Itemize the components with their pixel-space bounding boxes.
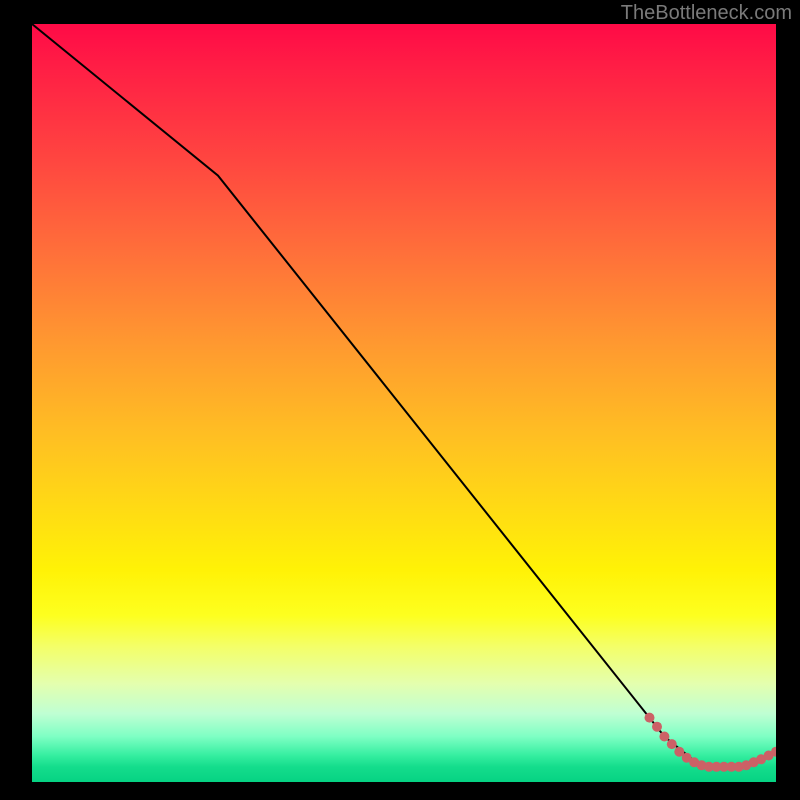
chart-svg	[32, 24, 776, 782]
marker-group	[645, 713, 777, 772]
curve-marker	[652, 722, 662, 732]
chart-container: TheBottleneck.com	[0, 0, 800, 800]
curve-marker	[645, 713, 655, 723]
curve-marker	[667, 739, 677, 749]
watermark-text: TheBottleneck.com	[621, 2, 792, 25]
plot-area	[32, 24, 776, 782]
bottleneck-curve	[32, 24, 776, 767]
curve-marker	[659, 732, 669, 742]
